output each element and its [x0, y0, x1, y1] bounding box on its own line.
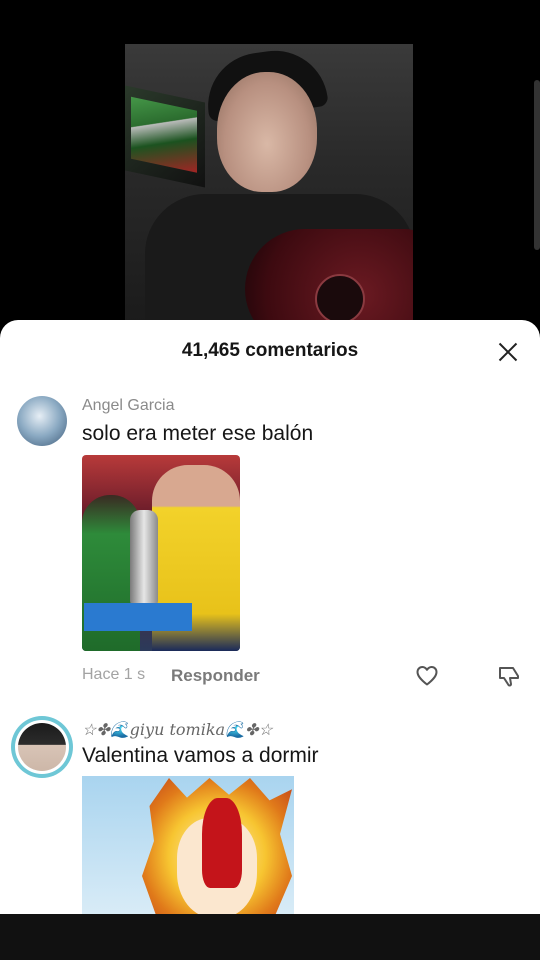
anime-blood	[202, 798, 242, 888]
comment-image-anime[interactable]	[82, 776, 294, 914]
comment-text: solo era meter ese balón	[82, 422, 314, 445]
comment-text: Valentina vamos a dormir	[82, 744, 319, 767]
comments-header: 41,465 comentarios	[0, 320, 540, 382]
trophy	[130, 510, 158, 605]
comment-username[interactable]: Angel Garcia	[82, 397, 175, 415]
video-player[interactable]	[125, 44, 413, 334]
thumbs-down-icon[interactable]	[497, 664, 521, 688]
comment-image-soccer[interactable]	[82, 455, 240, 651]
reply-button[interactable]: Responder	[171, 666, 260, 686]
comment-time: Hace 1 s	[82, 666, 146, 683]
avatar[interactable]	[11, 716, 73, 778]
comment-count: 41,465 comentarios	[181, 340, 359, 361]
trophy-pedestal	[84, 603, 192, 631]
avatar-anime-face	[18, 723, 66, 771]
bottom-bar	[0, 914, 540, 960]
comment-username[interactable]: ☆✤🌊giyu tomika🌊✤☆	[82, 720, 273, 739]
comments-sheet: 41,465 comentarios Angel Garcia solo era…	[0, 320, 540, 914]
avatar[interactable]	[17, 396, 67, 446]
guitar-soundhole	[315, 274, 365, 324]
close-icon[interactable]	[496, 340, 520, 364]
background-tv	[125, 85, 205, 188]
person-face	[217, 72, 317, 192]
scroll-indicator	[534, 80, 540, 250]
heart-icon[interactable]	[415, 664, 439, 688]
